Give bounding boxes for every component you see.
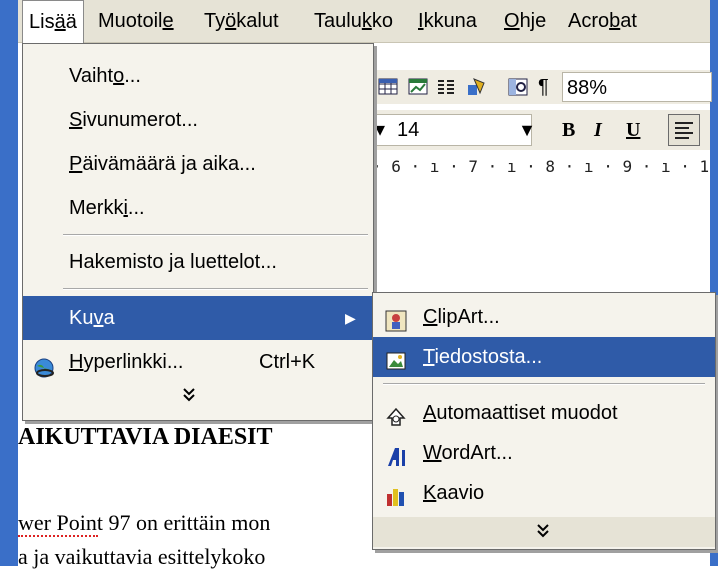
font-size-left-arrow: ▾ xyxy=(375,119,386,141)
menu-separator xyxy=(63,288,368,290)
submenu-arrow-icon: ▶ xyxy=(345,310,356,326)
spelling-underline xyxy=(18,532,98,537)
picture-submenu: ClipArt... Tiedostosta... Automaattiset … xyxy=(372,292,716,550)
menu-item-break[interactable]: Vaihto... xyxy=(23,54,373,98)
submenu-expand-button[interactable] xyxy=(373,517,715,547)
align-left-button[interactable] xyxy=(668,114,700,146)
zoom-value: 88% xyxy=(567,77,608,99)
hyperlink-icon xyxy=(33,351,55,378)
font-size-combo[interactable]: ▾ 14 xyxy=(372,114,532,146)
font-size-value: 14 xyxy=(397,119,420,141)
menu-insert[interactable]: Lisää xyxy=(22,0,84,44)
submenu-item-autoshapes[interactable]: Automaattiset muodot xyxy=(373,393,715,433)
standard-toolbar: ¶ 88% xyxy=(372,70,712,104)
menu-item-date-time[interactable]: Päivämäärä ja aika... xyxy=(23,142,373,186)
menu-item-hyperlink[interactable]: Hyperlinkki... Ctrl+K xyxy=(23,340,373,384)
autoshapes-icon xyxy=(385,402,407,426)
submenu-separator xyxy=(383,383,705,385)
drawing-icon[interactable] xyxy=(466,77,486,97)
insert-menu: Vaihto... Sivunumerot... Päivämäärä ja a… xyxy=(22,43,374,421)
menu-window[interactable]: Ikkuna xyxy=(412,0,483,42)
submenu-item-wordart[interactable]: WordArt... xyxy=(373,433,715,473)
bold-button[interactable]: B xyxy=(562,110,575,150)
insert-excel-icon[interactable] xyxy=(408,77,428,97)
columns-icon[interactable] xyxy=(436,77,456,97)
align-left-icon xyxy=(675,122,693,139)
formatting-toolbar: ▾ 14 ▼ B I U xyxy=(372,110,710,150)
menu-separator xyxy=(63,234,368,236)
insert-table-icon[interactable] xyxy=(378,77,398,97)
menu-bar: Lisää Muotoile Työkalut Taulukko Ikkuna … xyxy=(18,0,710,44)
expand-chevron-icon xyxy=(535,517,551,554)
menu-tools[interactable]: Työkalut xyxy=(198,0,285,42)
menu-item-picture[interactable]: Kuva ▶ xyxy=(23,296,373,340)
zoom-combo[interactable]: 88% xyxy=(562,72,712,102)
wordart-icon xyxy=(385,442,407,466)
menu-acrobat[interactable]: Acrobat xyxy=(562,0,643,42)
italic-button[interactable]: I xyxy=(594,110,602,150)
menu-item-symbol[interactable]: Merkki... xyxy=(23,186,373,230)
menu-table[interactable]: Taulukko xyxy=(308,0,399,42)
chart-icon xyxy=(385,482,407,506)
clipart-icon xyxy=(385,306,407,332)
horizontal-ruler[interactable]: · 6 · ı · 7 · ı · 8 · ı · 9 · ı · 1 xyxy=(372,152,710,182)
submenu-item-from-file[interactable]: Tiedostosta... xyxy=(373,337,715,377)
window-frame-left xyxy=(0,0,18,566)
menu-format[interactable]: Muotoile xyxy=(92,0,180,42)
menu-item-page-numbers[interactable]: Sivunumerot... xyxy=(23,98,373,142)
doc-line-2: a ja vaikuttavia esittelykoko xyxy=(18,544,266,569)
submenu-item-chart[interactable]: Kaavio xyxy=(373,473,715,513)
show-formatting-button[interactable]: ¶ xyxy=(538,70,549,104)
menu-item-index-tables[interactable]: Hakemisto ja luettelot... xyxy=(23,240,373,284)
document-map-icon[interactable] xyxy=(508,77,528,97)
submenu-item-clipart[interactable]: ClipArt... xyxy=(373,297,715,337)
expand-chevron-icon xyxy=(181,380,197,421)
from-file-icon xyxy=(385,346,407,370)
menu-expand-button[interactable] xyxy=(23,380,373,414)
ruler-ticks: · 6 · ı · 7 · ı · 8 · ı · 9 · ı · 1 xyxy=(372,157,710,176)
doc-heading: AIKUTTAVIA DIAESIT xyxy=(18,424,273,450)
hyperlink-shortcut: Ctrl+K xyxy=(259,351,316,373)
underline-button[interactable]: U xyxy=(626,110,640,150)
menu-help[interactable]: Ohje xyxy=(498,0,552,42)
font-size-dropdown-icon[interactable]: ▼ xyxy=(516,116,538,144)
